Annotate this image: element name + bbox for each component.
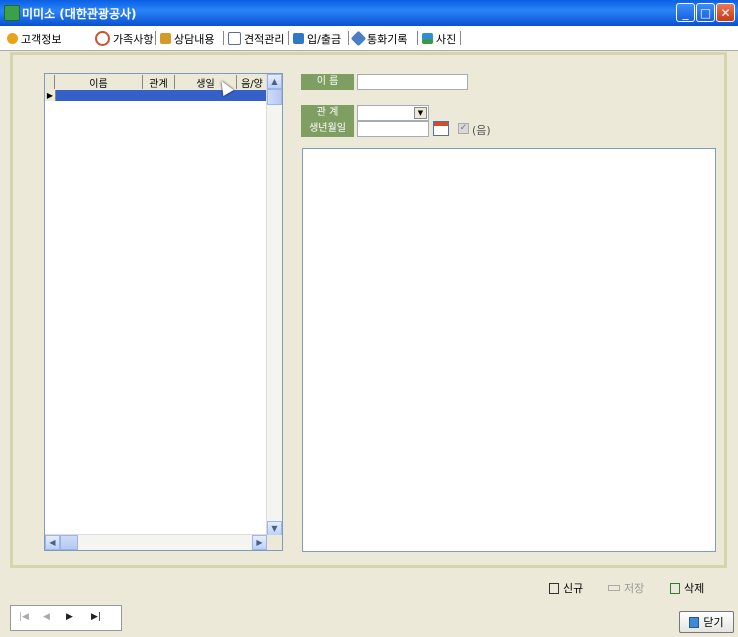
- save-icon: [608, 585, 620, 591]
- new-button[interactable]: 신규: [549, 580, 583, 596]
- tab-divider: [223, 31, 224, 45]
- save-button-label: 저장: [624, 582, 645, 595]
- lunar-checkbox[interactable]: ✓: [458, 123, 469, 134]
- tab-divider: [417, 31, 418, 45]
- scroll-down-icon[interactable]: ▼: [267, 521, 282, 536]
- window-title: 미미소 (대한관광공사): [22, 7, 137, 21]
- title-bar: 미미소 (대한관광공사) _ □ ✕: [0, 0, 738, 26]
- app-icon: [4, 5, 20, 21]
- tab-estimate[interactable]: 견적관리: [228, 30, 284, 47]
- tab-label: 상담내용: [174, 32, 215, 46]
- delete-icon: [670, 582, 680, 594]
- family-icon: [95, 31, 110, 46]
- tab-call-log[interactable]: 통화기록: [350, 30, 408, 47]
- family-grid[interactable]: 이름 관계 생일 음/양 ▶ ▲ ▼ ◀ ▶: [44, 73, 283, 551]
- last-record-icon[interactable]: ▶|: [91, 612, 101, 622]
- new-button-label: 신규: [563, 582, 584, 595]
- tab-label: 사진: [436, 32, 457, 46]
- scroll-corner: [267, 535, 282, 550]
- tab-family[interactable]: 가족사항: [95, 30, 153, 47]
- name-label: 이 름: [301, 74, 354, 90]
- column-header-lunar-solar[interactable]: 음/양: [237, 75, 267, 89]
- grid-corner: [45, 75, 55, 89]
- tab-label: 가족사항: [113, 32, 154, 46]
- horizontal-scrollbar[interactable]: ◀ ▶: [45, 534, 267, 550]
- previous-record-icon[interactable]: ◀: [43, 612, 50, 622]
- door-icon: [689, 616, 700, 628]
- lunar-checkbox-label: (음): [472, 124, 491, 137]
- phone-icon: [350, 30, 367, 47]
- table-row-selected[interactable]: [45, 90, 267, 101]
- document-icon: [228, 32, 241, 45]
- tab-label: 통화기록: [367, 32, 408, 46]
- new-document-icon: [549, 582, 559, 594]
- close-window-button[interactable]: ✕: [716, 3, 735, 22]
- relation-label: 관 계: [301, 105, 354, 121]
- tab-deposit-withdrawal[interactable]: 입/출금: [293, 30, 341, 47]
- scroll-right-icon[interactable]: ▶: [252, 535, 267, 550]
- delete-button-label: 삭제: [684, 582, 705, 595]
- tab-divider: [460, 31, 461, 45]
- tab-customer-info[interactable]: 고객정보: [7, 30, 61, 47]
- tab-consultation[interactable]: 상담내용: [160, 30, 214, 47]
- scroll-left-icon[interactable]: ◀: [45, 535, 60, 550]
- horizontal-scroll-thumb[interactable]: [60, 535, 78, 550]
- minimize-button[interactable]: _: [676, 3, 695, 22]
- save-button[interactable]: 저장: [608, 580, 644, 596]
- birthday-input[interactable]: [357, 121, 429, 137]
- tab-label: 입/출금: [307, 32, 342, 46]
- person-icon: [7, 33, 18, 44]
- maximize-button[interactable]: □: [696, 3, 715, 22]
- money-icon: [293, 33, 304, 44]
- column-header-name[interactable]: 이름: [55, 75, 143, 89]
- delete-button[interactable]: 삭제: [670, 580, 704, 596]
- grid-header: 이름 관계 생일 음/양: [45, 74, 267, 91]
- scroll-up-icon[interactable]: ▲: [267, 74, 282, 89]
- tab-label: 견적관리: [244, 32, 285, 46]
- close-button[interactable]: 닫기: [679, 611, 734, 633]
- column-header-relation[interactable]: 관계: [143, 75, 175, 89]
- close-button-label: 닫기: [703, 616, 724, 629]
- memo-textarea[interactable]: [302, 148, 716, 552]
- birthday-label: 생년월일: [301, 121, 354, 137]
- name-input[interactable]: [357, 74, 468, 90]
- record-navigator: |◀ ◀ ▶ ▶|: [10, 605, 122, 631]
- vertical-scrollbar[interactable]: ▲ ▼: [266, 74, 282, 536]
- tab-photo[interactable]: 사진: [422, 30, 456, 47]
- photo-icon: [422, 33, 433, 44]
- row-indicator-icon: ▶: [45, 90, 56, 101]
- next-record-icon[interactable]: ▶: [66, 612, 73, 622]
- tab-label: 고객정보: [21, 32, 62, 46]
- tab-divider: [288, 31, 289, 45]
- consult-icon: [160, 33, 171, 44]
- first-record-icon[interactable]: |◀: [19, 612, 29, 622]
- tab-strip: 고객정보 가족사항 상담내용 견적관리 입/출금 통화기록 사진: [0, 26, 738, 51]
- tab-divider: [155, 31, 156, 45]
- tab-divider: [348, 31, 349, 45]
- vertical-scroll-thumb[interactable]: [267, 89, 282, 105]
- calendar-icon[interactable]: [433, 121, 449, 136]
- chevron-down-icon[interactable]: ▼: [414, 107, 427, 119]
- relation-select[interactable]: ▼: [357, 105, 429, 121]
